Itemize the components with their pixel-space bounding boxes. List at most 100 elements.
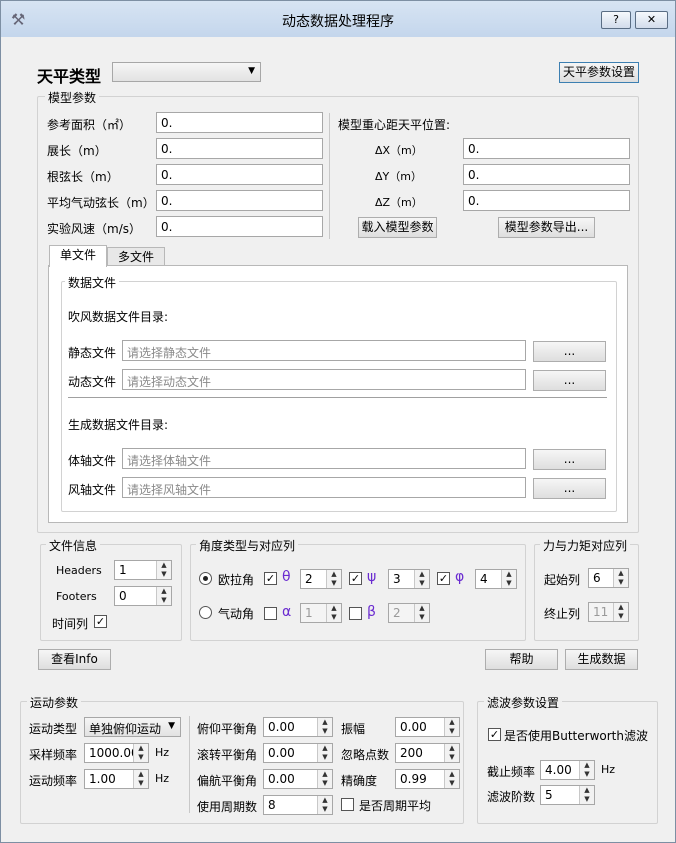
up-arrow-icon[interactable]: ▲ [614,603,628,612]
down-arrow-icon[interactable]: ▼ [157,596,171,605]
ref-area-input[interactable]: 0. [156,112,323,133]
psi-col-spinbox[interactable]: 3 ▲ ▼ [388,569,430,589]
spin-arrows[interactable]: ▲ ▼ [317,744,332,762]
precision-spinbox[interactable]: 0.99 ▲ ▼ [395,769,460,789]
down-arrow-icon[interactable]: ▼ [614,578,628,587]
dz-input[interactable]: 0. [463,190,630,211]
down-arrow-icon[interactable]: ▼ [445,753,459,762]
dy-input[interactable]: 0. [463,164,630,185]
cutoff-spinbox[interactable]: 4.00 ▲ ▼ [540,760,595,780]
theta-col-spinbox[interactable]: 2 ▲ ▼ [300,569,342,589]
wind-speed-input[interactable]: 0. [156,216,323,237]
close-button[interactable]: ✕ [635,11,668,29]
down-arrow-icon[interactable]: ▼ [445,727,459,736]
up-arrow-icon[interactable]: ▲ [445,718,459,727]
motion-type-select[interactable]: 单独俯仰运动 ▼ [84,717,181,737]
wind-file-input[interactable]: 请选择风轴文件 [122,477,526,498]
up-arrow-icon[interactable]: ▲ [318,796,332,805]
root-chord-input[interactable]: 0. [156,164,323,185]
up-arrow-icon[interactable]: ▲ [327,604,341,613]
spin-arrows[interactable]: ▲ ▼ [579,786,594,804]
down-arrow-icon[interactable]: ▼ [502,579,516,588]
tab-multi-file[interactable]: 多文件 [107,247,165,267]
beta-checkbox[interactable] [349,607,362,620]
up-arrow-icon[interactable]: ▲ [157,587,171,596]
up-arrow-icon[interactable]: ▲ [134,770,148,779]
up-arrow-icon[interactable]: ▲ [318,718,332,727]
load-model-button[interactable]: 载入模型参数 [358,217,437,238]
spin-arrows[interactable]: ▲ ▼ [414,570,429,588]
spin-arrows[interactable]: ▲ ▼ [156,587,171,605]
down-arrow-icon[interactable]: ▼ [134,779,148,788]
down-arrow-icon[interactable]: ▼ [415,613,429,622]
spin-arrows[interactable]: ▲ ▼ [317,718,332,736]
up-arrow-icon[interactable]: ▲ [502,570,516,579]
alpha-checkbox[interactable] [264,607,277,620]
help-button[interactable]: 帮助 [485,649,558,670]
filter-order-spinbox[interactable]: 5 ▲ ▼ [540,785,595,805]
aero-radio[interactable] [199,606,212,619]
down-arrow-icon[interactable]: ▼ [318,805,332,814]
amp-spinbox[interactable]: 0.00 ▲ ▼ [395,717,460,737]
static-file-input[interactable]: 请选择静态文件 [122,340,526,361]
up-arrow-icon[interactable]: ▲ [614,569,628,578]
spin-arrows[interactable]: ▲ ▼ [444,744,459,762]
generate-button[interactable]: 生成数据 [565,649,638,670]
use-butterworth-checkbox[interactable]: ✓ [488,728,501,741]
spin-arrows[interactable]: ▲ ▼ [317,770,332,788]
spin-arrows[interactable]: ▲ ▼ [326,604,341,622]
motion-freq-spinbox[interactable]: 1.00 ▲ ▼ [84,769,149,789]
phi-col-spinbox[interactable]: 4 ▲ ▼ [475,569,517,589]
spin-arrows[interactable]: ▲ ▼ [133,744,148,762]
spin-arrows[interactable]: ▲ ▼ [317,796,332,814]
up-arrow-icon[interactable]: ▲ [157,561,171,570]
up-arrow-icon[interactable]: ▲ [134,744,148,753]
spin-arrows[interactable]: ▲ ▼ [579,761,594,779]
up-arrow-icon[interactable]: ▲ [415,604,429,613]
export-model-button[interactable]: 模型参数导出... [498,217,595,238]
euler-radio[interactable] [199,572,212,585]
down-arrow-icon[interactable]: ▼ [415,579,429,588]
footers-spinbox[interactable]: 0 ▲ ▼ [114,586,172,606]
spin-arrows[interactable]: ▲ ▼ [133,770,148,788]
down-arrow-icon[interactable]: ▼ [318,753,332,762]
spin-arrows[interactable]: ▲ ▼ [613,569,628,587]
spin-arrows[interactable]: ▲ ▼ [444,770,459,788]
down-arrow-icon[interactable]: ▼ [580,795,594,804]
spin-arrows[interactable]: ▲ ▼ [613,603,628,621]
time-col-checkbox[interactable]: ✓ [94,615,107,628]
sample-rate-spinbox[interactable]: 1000.00 ▲ ▼ [84,743,149,763]
dynamic-file-input[interactable]: 请选择动态文件 [122,369,526,390]
balance-type-select[interactable]: ▼ [112,62,261,82]
wind-browse-button[interactable]: ... [533,478,606,499]
span-input[interactable]: 0. [156,138,323,159]
theta-checkbox[interactable]: ✓ [264,572,277,585]
body-file-input[interactable]: 请选择体轴文件 [122,448,526,469]
ignore-points-spinbox[interactable]: 200 ▲ ▼ [395,743,460,763]
static-browse-button[interactable]: ... [533,341,606,362]
spin-arrows[interactable]: ▲ ▼ [414,604,429,622]
down-arrow-icon[interactable]: ▼ [318,779,332,788]
periods-spinbox[interactable]: 8 ▲ ▼ [263,795,333,815]
alpha-col-spinbox[interactable]: 1 ▲ ▼ [300,603,342,623]
roll-bal-spinbox[interactable]: 0.00 ▲ ▼ [263,743,333,763]
down-arrow-icon[interactable]: ▼ [327,613,341,622]
dynamic-browse-button[interactable]: ... [533,370,606,391]
up-arrow-icon[interactable]: ▲ [318,744,332,753]
balance-settings-button[interactable]: 天平参数设置 [559,62,639,83]
pitch-bal-spinbox[interactable]: 0.00 ▲ ▼ [263,717,333,737]
end-col-spinbox[interactable]: 11 ▲ ▼ [588,602,629,622]
down-arrow-icon[interactable]: ▼ [318,727,332,736]
yaw-bal-spinbox[interactable]: 0.00 ▲ ▼ [263,769,333,789]
up-arrow-icon[interactable]: ▲ [445,744,459,753]
down-arrow-icon[interactable]: ▼ [445,779,459,788]
spin-arrows[interactable]: ▲ ▼ [156,561,171,579]
down-arrow-icon[interactable]: ▼ [134,753,148,762]
up-arrow-icon[interactable]: ▲ [580,786,594,795]
start-col-spinbox[interactable]: 6 ▲ ▼ [588,568,629,588]
headers-spinbox[interactable]: 1 ▲ ▼ [114,560,172,580]
phi-checkbox[interactable]: ✓ [437,572,450,585]
up-arrow-icon[interactable]: ▲ [445,770,459,779]
down-arrow-icon[interactable]: ▼ [614,612,628,621]
view-info-button[interactable]: 查看Info [38,649,111,670]
